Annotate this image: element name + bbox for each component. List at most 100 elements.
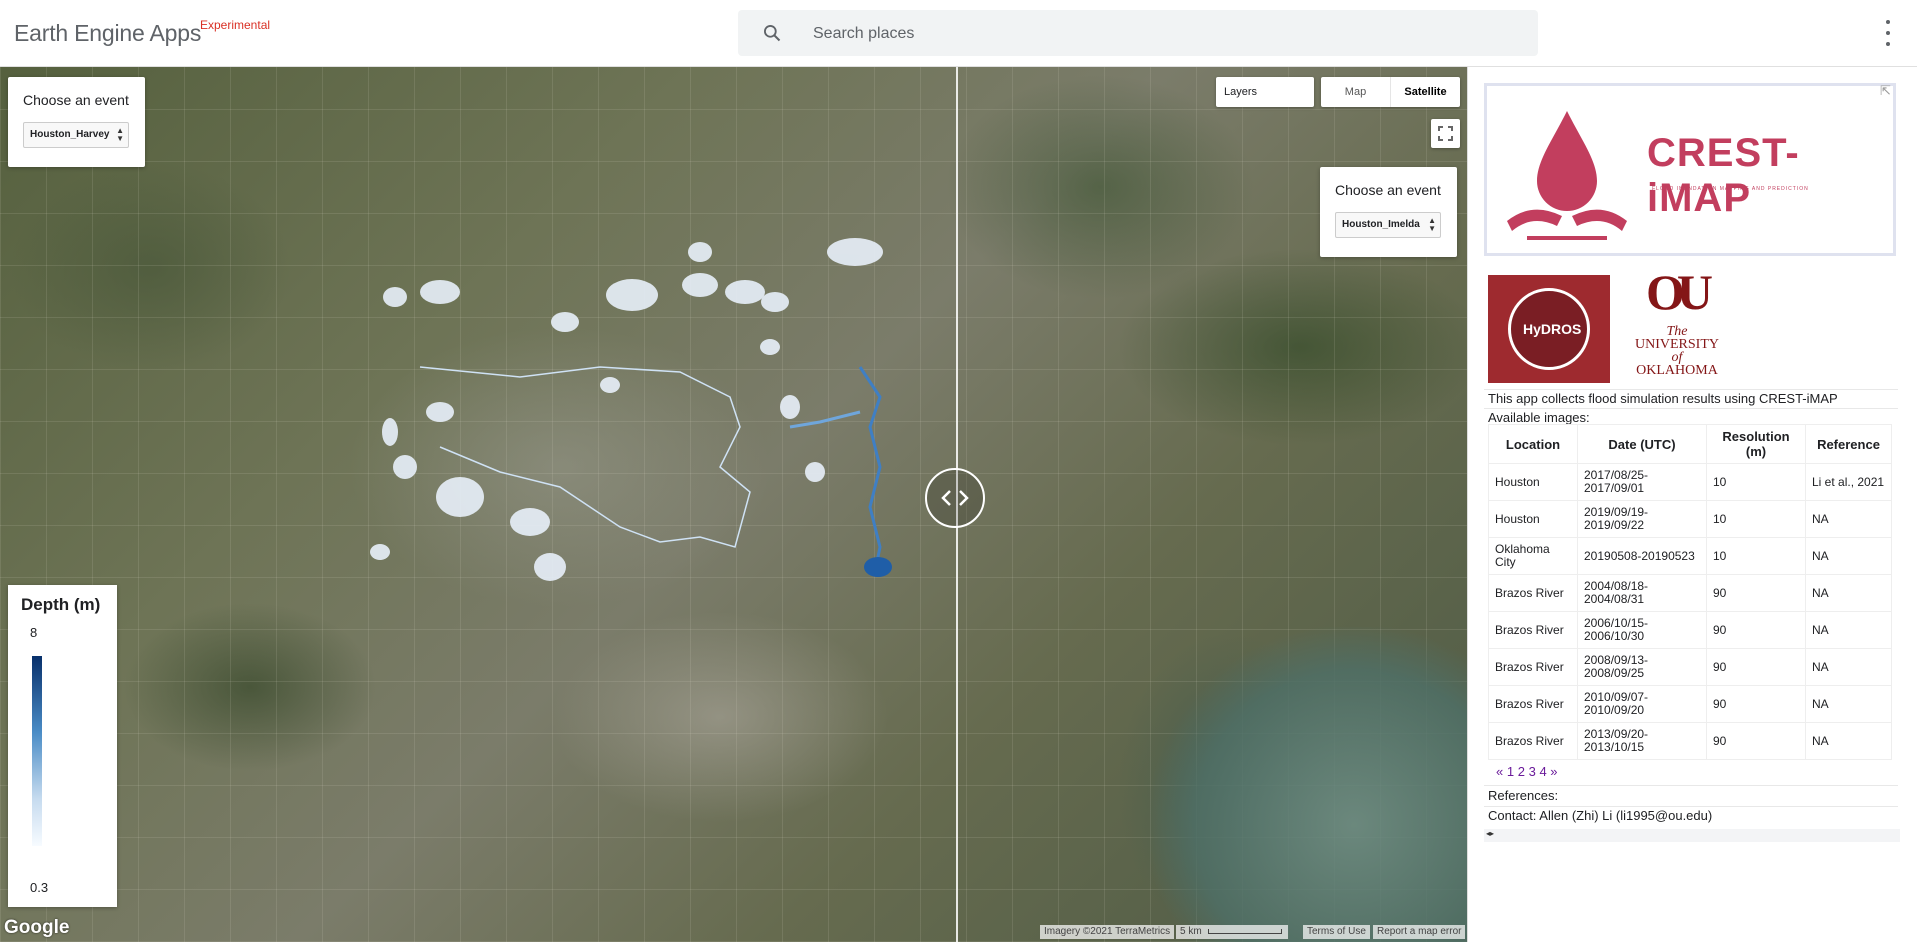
cell-location: Brazos River: [1488, 722, 1578, 760]
report-error-link[interactable]: Report a map error: [1373, 925, 1466, 939]
cell-location: Oklahoma City: [1488, 537, 1578, 575]
cell-date: 2019/09/19-2019/09/22: [1577, 500, 1707, 538]
search-icon: [764, 25, 781, 42]
scale-bar[interactable]: 5 km: [1176, 925, 1288, 939]
experimental-badge: Experimental: [200, 18, 271, 32]
left-event-select[interactable]: Houston_Harvey ▲ ▼: [23, 122, 129, 148]
pager-next[interactable]: »: [1550, 764, 1557, 779]
cell-resolution: 10: [1706, 537, 1806, 575]
contact-text: Contact: Allen (Zhi) Li (li1995@ou.edu): [1488, 808, 1713, 823]
cell-resolution: 90: [1706, 611, 1806, 649]
left-event-label: Choose an event: [23, 92, 129, 108]
map-canvas[interactable]: Choose an event Houston_Harvey ▲ ▼ Choose…: [0, 67, 1467, 942]
info-sidebar: CREST-iMAP FLOOD INUNDATION MAPPING AND …: [1467, 67, 1917, 942]
cell-location: Brazos River: [1488, 611, 1578, 649]
cell-date: 2013/09/20-2013/10/15: [1577, 722, 1707, 760]
crest-imap-logo: CREST-iMAP FLOOD INUNDATION MAPPING AND …: [1484, 83, 1896, 256]
cell-resolution: 90: [1706, 685, 1806, 723]
legend-min: 0.3: [30, 880, 49, 895]
hydros-logo: HyDROS: [1488, 275, 1610, 383]
col-header-reference: Reference: [1805, 424, 1892, 464]
ou-wordmark: The UNIVERSITY of OKLAHOMA: [1622, 325, 1732, 378]
fullscreen-icon: [1438, 126, 1453, 141]
cell-reference: NA: [1805, 500, 1892, 538]
divider: [1484, 806, 1898, 807]
col-header-resolution: Resolution (m): [1706, 424, 1806, 464]
cell-resolution: 10: [1706, 463, 1806, 501]
cell-resolution: 90: [1706, 574, 1806, 612]
satellite-button[interactable]: Satellite: [1391, 77, 1460, 107]
cell-location: Houston: [1488, 463, 1578, 501]
open-in-new-icon[interactable]: ⇱: [1880, 83, 1891, 99]
crest-logo-text: CREST-iMAP: [1647, 131, 1800, 220]
fullscreen-button[interactable]: [1431, 119, 1460, 148]
app-title[interactable]: Earth Engine Apps: [14, 20, 201, 47]
cell-location: Brazos River: [1488, 648, 1578, 686]
crest-logo-subtitle: FLOOD INUNDATION MAPPING AND PREDICTION: [1652, 186, 1809, 192]
scale-label: 5 km: [1180, 926, 1202, 937]
right-event-select[interactable]: Houston_Imelda ▲ ▼: [1335, 212, 1441, 238]
pager-prev[interactable]: «: [1496, 764, 1503, 779]
ou-oklahoma: OKLAHOMA: [1636, 363, 1718, 378]
cell-resolution: 10: [1706, 500, 1806, 538]
imagery-attribution: Imagery ©2021 TerraMetrics: [1040, 925, 1175, 939]
cell-date: 2004/08/18-2004/08/31: [1577, 574, 1707, 612]
select-arrows-icon: ▲ ▼: [1428, 216, 1436, 233]
legend-title: Depth (m): [21, 595, 101, 614]
table-row: Houston 2017/08/25-2017/09/01 10 Li et al.,…: [1488, 463, 1892, 501]
table-row: Brazos River 2013/09/20-2013/10/15 90 NA: [1488, 722, 1892, 760]
divider: [1484, 389, 1898, 390]
layers-control[interactable]: Layers: [1216, 77, 1314, 107]
table-row: Oklahoma City 20190508-20190523 10 NA: [1488, 537, 1892, 575]
pager-page-1[interactable]: 1: [1507, 764, 1514, 779]
search-input[interactable]: [811, 10, 1515, 58]
horizontal-scrollbar[interactable]: ◂▸: [1484, 829, 1900, 842]
divider: [1484, 785, 1898, 786]
cell-reference: NA: [1805, 685, 1892, 723]
left-event-panel: Choose an event Houston_Harvey ▲ ▼: [8, 77, 145, 167]
map-type-control: Map Satellite: [1321, 77, 1460, 107]
cell-location: Houston: [1488, 500, 1578, 538]
google-logo: Google: [4, 917, 70, 938]
cell-reference: Li et al., 2021: [1805, 463, 1892, 501]
cell-resolution: 90: [1706, 722, 1806, 760]
split-handle[interactable]: [925, 468, 985, 528]
col-header-date: Date (UTC): [1577, 424, 1707, 464]
top-bar: Earth Engine Apps Experimental: [0, 0, 1917, 67]
cell-location: Brazos River: [1488, 685, 1578, 723]
images-table: Location Date (UTC) Resolution (m) Refer…: [1488, 424, 1892, 760]
flood-overlay: [370, 238, 892, 581]
scale-line: [1208, 928, 1283, 934]
cell-reference: NA: [1805, 648, 1892, 686]
depth-legend: Depth (m) 8 0.3: [8, 585, 117, 907]
water-drop-icon: [1507, 111, 1627, 240]
pager-page-3[interactable]: 3: [1529, 764, 1536, 779]
legend-color-bar: [32, 656, 42, 846]
cell-date: 2008/09/13-2008/09/25: [1577, 648, 1707, 686]
right-event-value: Houston_Imelda: [1342, 219, 1420, 230]
divider: [1484, 408, 1898, 409]
cell-reference: NA: [1805, 574, 1892, 612]
map-button[interactable]: Map: [1321, 77, 1391, 107]
hydros-ring: HyDROS: [1508, 288, 1590, 370]
cell-date: 2017/08/25-2017/09/01: [1577, 463, 1707, 501]
ou-monogram: OU: [1646, 264, 1713, 320]
more-options-icon[interactable]: [1880, 20, 1896, 46]
cell-reference: NA: [1805, 537, 1892, 575]
cell-date: 20190508-20190523: [1577, 537, 1707, 575]
cell-location: Brazos River: [1488, 574, 1578, 612]
legend-max: 8: [30, 625, 38, 640]
left-event-value: Houston_Harvey: [30, 129, 110, 140]
table-row: Houston 2019/09/19-2019/09/22 10 NA: [1488, 500, 1892, 538]
cell-reference: NA: [1805, 611, 1892, 649]
table-row: Brazos River 2008/09/13-2008/09/25 90 NA: [1488, 648, 1892, 686]
col-header-location: Location: [1488, 424, 1578, 464]
table-row: Brazos River 2004/08/18-2004/08/31 90 NA: [1488, 574, 1892, 612]
pager-page-4[interactable]: 4: [1539, 764, 1546, 779]
terms-link[interactable]: Terms of Use: [1303, 925, 1370, 939]
hydros-text: HyDROS: [1523, 321, 1582, 337]
available-images-label: Available images:: [1488, 410, 1590, 425]
pager-page-2[interactable]: 2: [1518, 764, 1525, 779]
search-box[interactable]: [738, 10, 1538, 58]
right-event-label: Choose an event: [1335, 182, 1441, 198]
